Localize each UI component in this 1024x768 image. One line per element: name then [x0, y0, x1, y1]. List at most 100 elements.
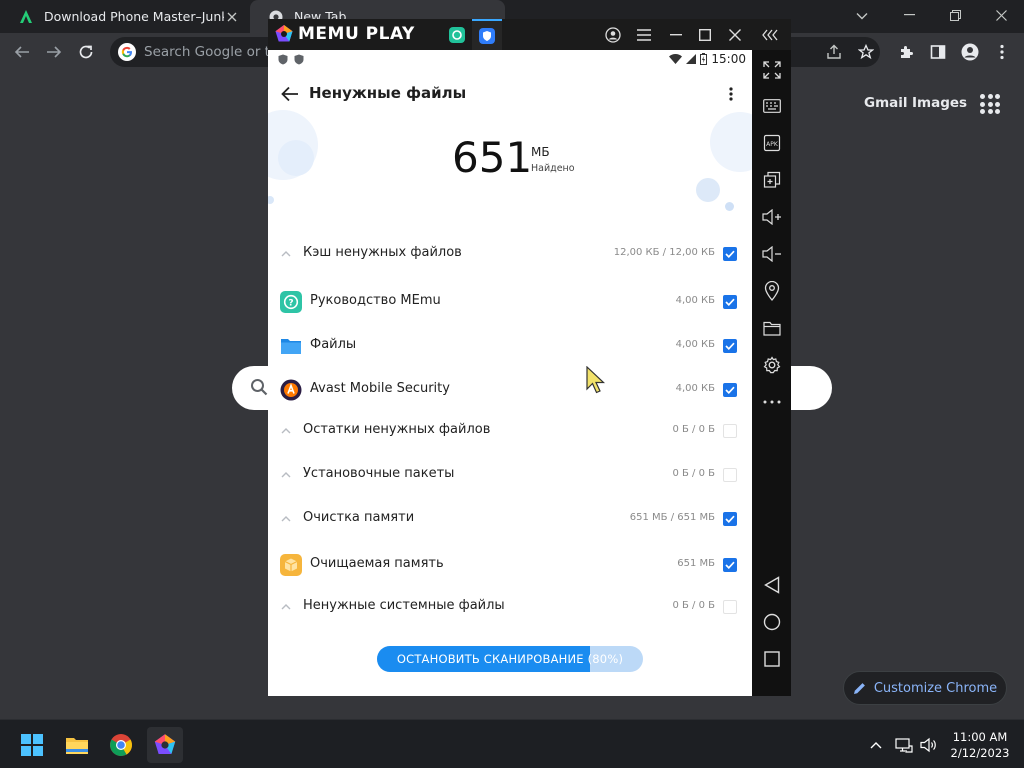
file-explorer-icon[interactable]: [59, 727, 95, 763]
junk-category-row[interactable]: Остатки ненужных файлов 0 Б / 0 Б: [268, 413, 752, 449]
row-size: 12,00 КБ / 12,00 КБ: [613, 247, 715, 258]
customize-chrome-button[interactable]: Customize Chrome: [843, 671, 1007, 705]
shared-folder-icon[interactable]: [759, 315, 785, 341]
tab-title: Download Phone Master–Junk C: [44, 9, 224, 24]
junk-app-row[interactable]: ? Руководство MEmu 4,00 КБ: [268, 284, 752, 320]
images-link[interactable]: Images: [912, 95, 967, 111]
more-options-icon[interactable]: [759, 389, 785, 415]
wifi-icon: [669, 54, 683, 64]
restore-window-icon[interactable]: [932, 0, 978, 30]
keyboard-mapping-icon[interactable]: [759, 93, 785, 119]
battery-icon: [700, 53, 708, 65]
network-icon[interactable]: [893, 735, 915, 755]
tab-download-phone-master[interactable]: Download Phone Master–Junk C: [0, 0, 250, 33]
chevron-up-icon[interactable]: [278, 511, 294, 527]
background-bubble: [725, 202, 734, 211]
taskbar-clock[interactable]: 11:00 AM 2/12/2023: [940, 729, 1020, 761]
overflow-menu-icon[interactable]: [720, 80, 742, 108]
volume-up-icon[interactable]: [759, 204, 785, 230]
close-tab-icon[interactable]: [224, 9, 240, 25]
gmail-link[interactable]: Gmail: [864, 95, 908, 111]
memu-minimize-icon[interactable]: [663, 22, 689, 48]
windows-start-icon[interactable]: [14, 727, 50, 763]
side-panel-icon[interactable]: [924, 38, 952, 66]
memu-menu-icon[interactable]: [631, 22, 657, 48]
row-label: Остатки ненужных файлов: [303, 422, 491, 437]
volume-down-icon[interactable]: [759, 241, 785, 267]
chevron-up-icon[interactable]: [278, 599, 294, 615]
junk-app-row[interactable]: Очищаемая память 651 МБ: [268, 547, 752, 583]
tray-overflow-chevron-icon[interactable]: [865, 735, 887, 755]
shield-notification-icon: [294, 54, 304, 65]
chrome-menu-icon[interactable]: [988, 38, 1016, 66]
settings-gear-icon[interactable]: [759, 352, 785, 378]
extensions-puzzle-icon[interactable]: [892, 38, 920, 66]
profile-avatar-icon[interactable]: [956, 38, 984, 66]
google-apps-icon[interactable]: [980, 94, 1000, 114]
android-recents-icon[interactable]: [759, 646, 785, 672]
minimize-window-icon[interactable]: [886, 0, 932, 30]
chrome-taskbar-icon[interactable]: [103, 727, 139, 763]
android-screen: 15:00 Ненужные файлы 651 МБ Найдено Кэш …: [268, 50, 752, 696]
folder-app-icon: [280, 335, 302, 357]
checkbox-unchecked[interactable]: [723, 600, 737, 614]
svg-text:?: ?: [288, 299, 293, 309]
memu-app-tab-avast[interactable]: [472, 19, 502, 50]
chevron-up-icon[interactable]: [278, 246, 294, 262]
junk-category-row[interactable]: Установочные пакеты 0 Б / 0 Б: [268, 457, 752, 493]
memu-sidebar: APK: [752, 50, 791, 696]
speaker-icon[interactable]: [918, 735, 940, 755]
memu-maximize-icon[interactable]: [692, 22, 718, 48]
checkbox-checked[interactable]: [723, 247, 737, 261]
share-icon[interactable]: [820, 38, 848, 66]
back-arrow-icon[interactable]: [276, 80, 304, 108]
total-found-caption: Найдено: [531, 163, 575, 174]
checkbox-checked[interactable]: [723, 512, 737, 526]
tab-search-chevron-icon[interactable]: [850, 6, 874, 26]
multi-instance-icon[interactable]: [759, 167, 785, 193]
app-bar: Ненужные файлы: [268, 72, 752, 116]
fullscreen-icon[interactable]: [759, 57, 785, 83]
junk-category-row[interactable]: Очистка памяти 651 МБ / 651 МБ: [268, 501, 752, 537]
reload-icon[interactable]: [72, 38, 100, 66]
apk-install-icon[interactable]: APK: [759, 130, 785, 156]
signal-icon: [686, 54, 697, 64]
back-arrow-icon[interactable]: [8, 38, 36, 66]
location-pin-icon[interactable]: [759, 278, 785, 304]
junk-category-row[interactable]: Ненужные системные файлы 0 Б / 0 Б: [268, 589, 752, 625]
checkbox-checked[interactable]: [723, 295, 737, 309]
checkbox-unchecked[interactable]: [723, 468, 737, 482]
checkbox-checked[interactable]: [723, 339, 737, 353]
junk-category-row[interactable]: Кэш ненужных файлов 12,00 КБ / 12,00 КБ: [268, 236, 752, 272]
junk-app-row[interactable]: Avast Mobile Security 4,00 КБ: [268, 372, 752, 408]
memu-logo: MEMU PLAY: [274, 24, 415, 44]
total-found-value: 651: [452, 133, 533, 182]
chevron-up-icon[interactable]: [278, 423, 294, 439]
memu-close-icon[interactable]: [722, 22, 748, 48]
memu-logo-text: MEMU PLAY: [298, 24, 415, 44]
memu-titlebar: MEMU PLAY: [268, 19, 791, 50]
chevron-up-icon[interactable]: [278, 467, 294, 483]
row-label: Очистка памяти: [303, 510, 415, 525]
background-bubble: [278, 140, 314, 176]
customize-chrome-label: Customize Chrome: [873, 680, 998, 696]
checkbox-checked[interactable]: [723, 383, 737, 397]
memu-account-icon[interactable]: [600, 22, 626, 48]
junk-app-row[interactable]: Файлы 4,00 КБ: [268, 328, 752, 364]
android-back-icon[interactable]: [759, 572, 785, 598]
checkbox-checked[interactable]: [723, 558, 737, 572]
row-label: Очищаемая память: [310, 556, 444, 571]
memu-collapse-sidebar-icon[interactable]: [758, 22, 784, 48]
background-bubble: [268, 196, 274, 204]
close-window-icon[interactable]: [978, 0, 1024, 30]
page-title: Ненужные файлы: [309, 84, 467, 102]
row-label: Avast Mobile Security: [310, 381, 450, 396]
memu-app-tab-phone-master[interactable]: [442, 19, 472, 50]
checkbox-unchecked[interactable]: [723, 424, 737, 438]
background-bubble: [696, 178, 720, 202]
bookmark-star-icon[interactable]: [852, 38, 880, 66]
stop-scan-button[interactable]: ОСТАНОВИТЬ СКАНИРОВАНИЕ (80%): [377, 646, 643, 672]
android-home-icon[interactable]: [759, 609, 785, 635]
memu-taskbar-icon[interactable]: [147, 727, 183, 763]
forward-arrow-icon[interactable]: [40, 38, 68, 66]
